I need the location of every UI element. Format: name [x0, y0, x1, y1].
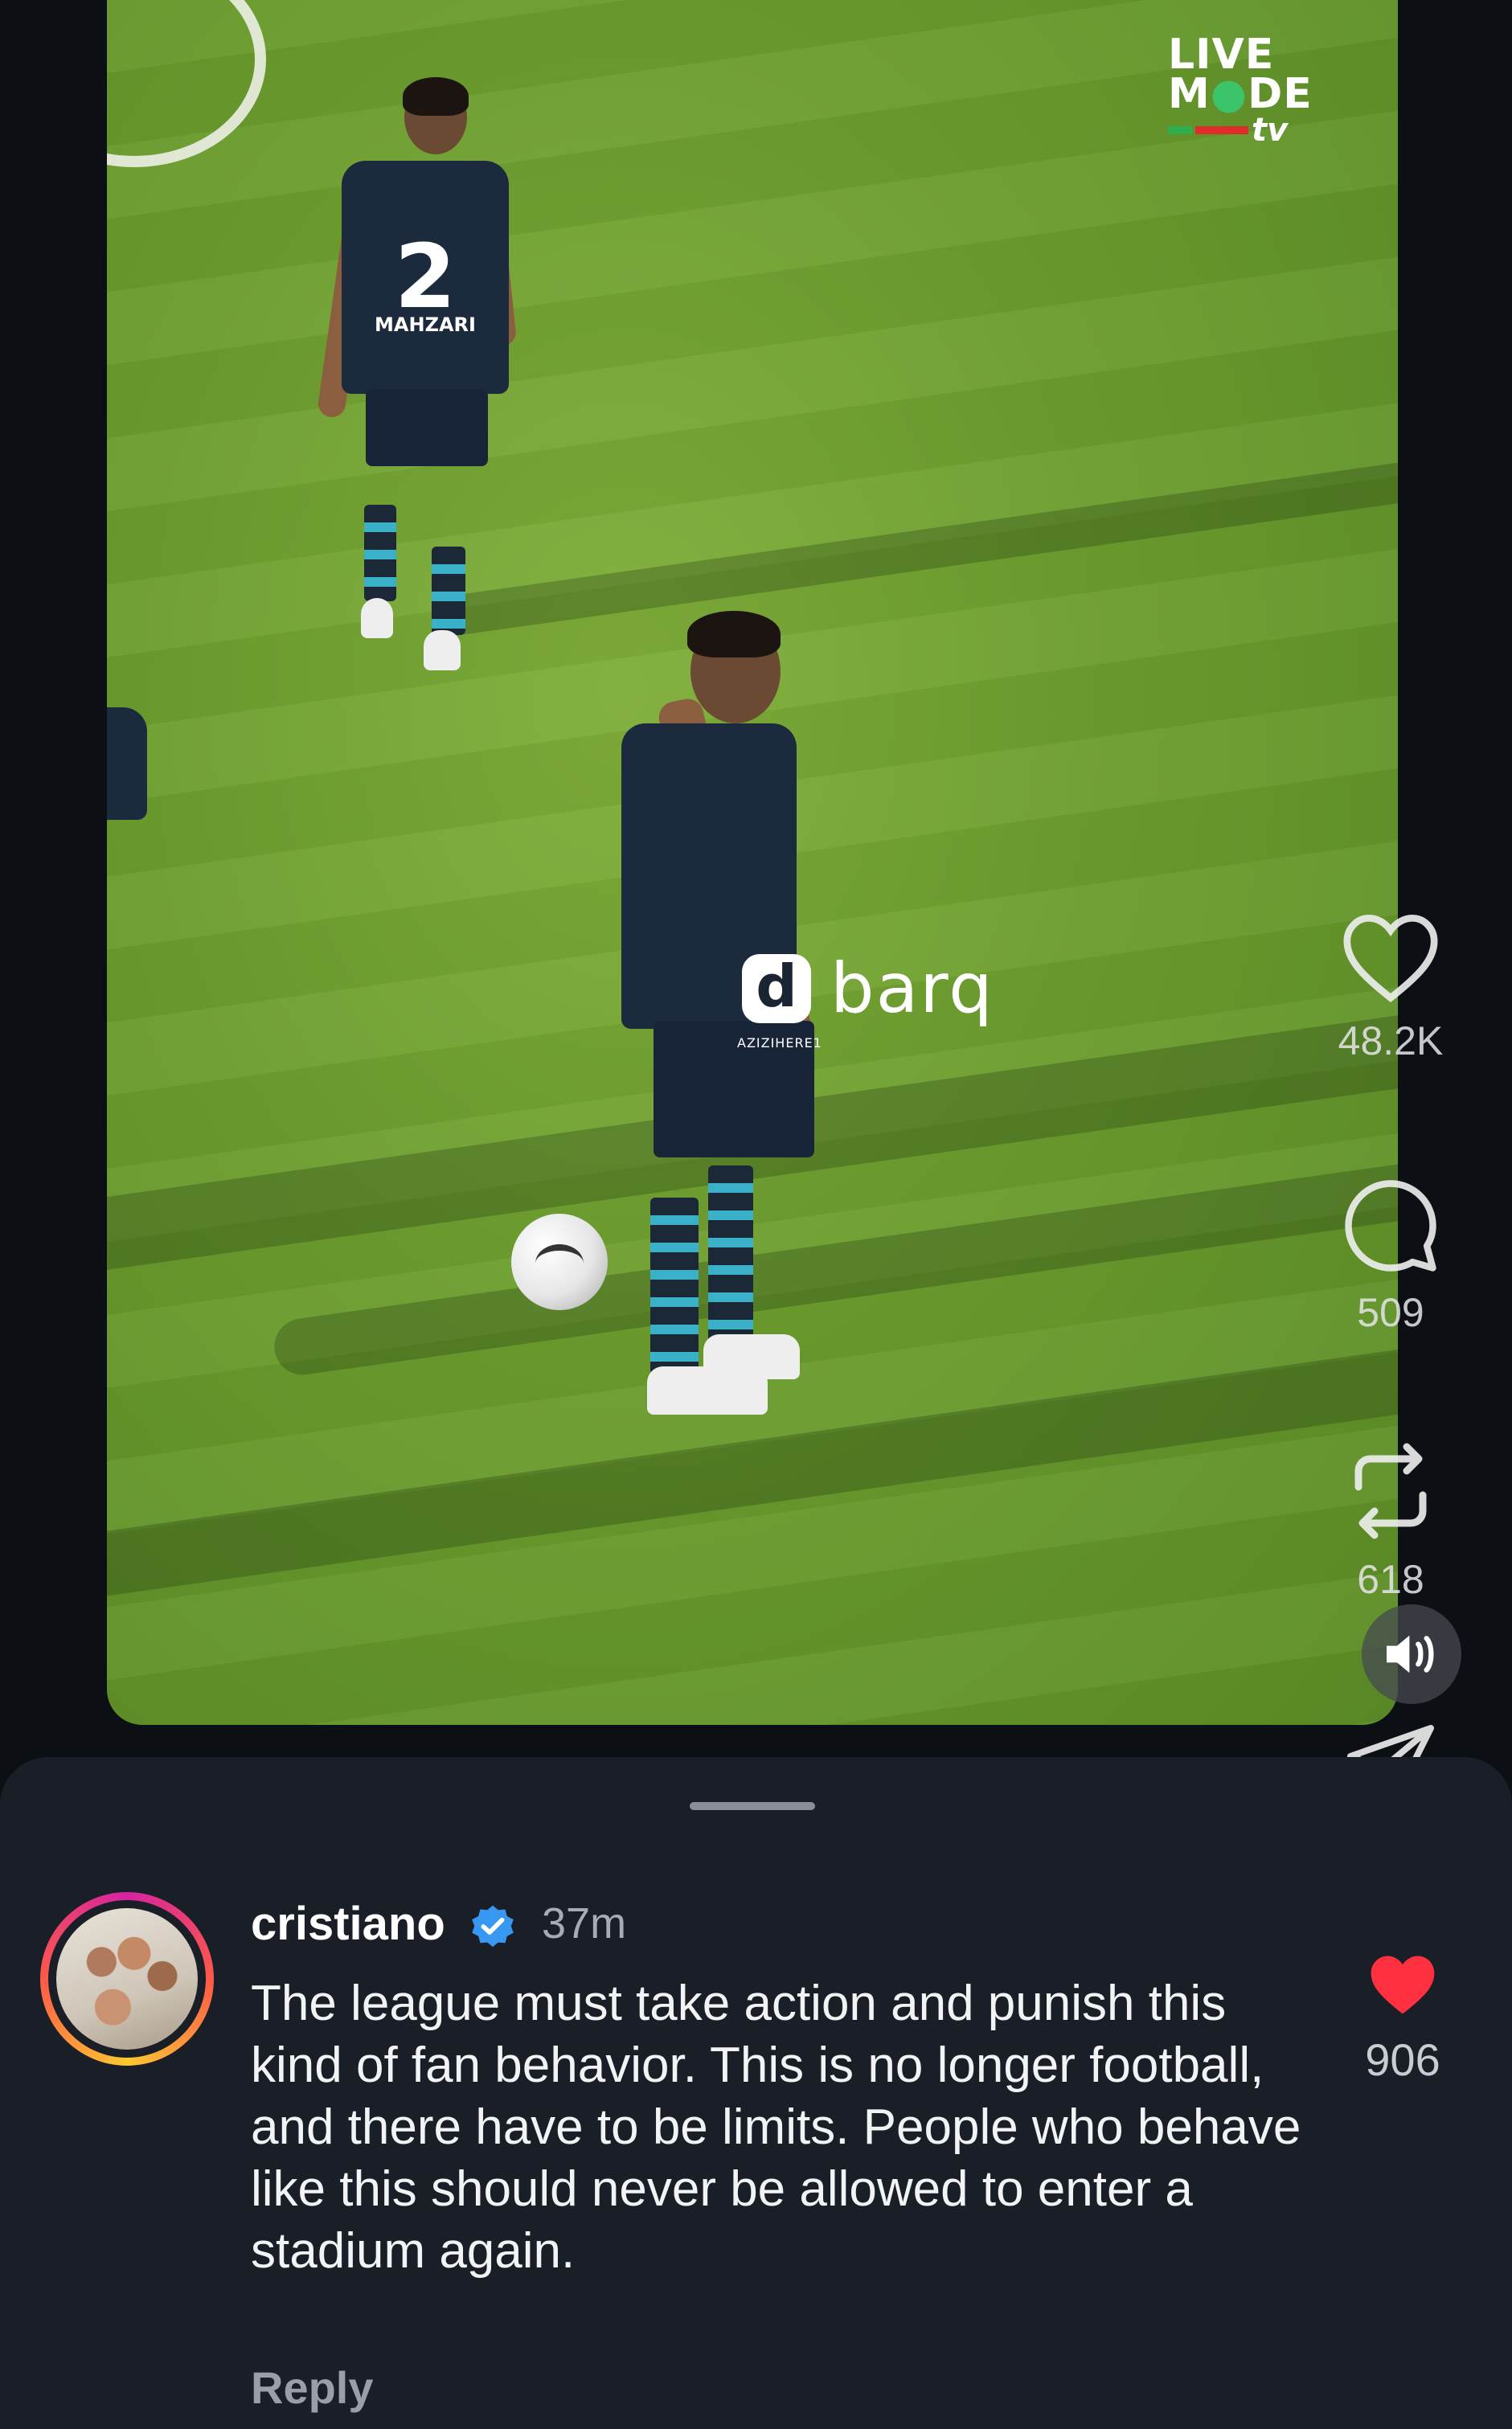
- app-screen: LIVE M●DE tv 2 MAHZARI d barq AZIZIHERE1…: [0, 0, 1512, 2429]
- football: [511, 1214, 608, 1310]
- like-action[interactable]: 48.2K: [1326, 908, 1455, 1064]
- share-action[interactable]: [1326, 1720, 1455, 1757]
- comment-count: 509: [1357, 1290, 1424, 1335]
- comment-text: The league must take action and punish t…: [251, 1976, 1301, 2279]
- reel-video[interactable]: LIVE M●DE tv 2 MAHZARI d barq AZIZIHERE1: [107, 0, 1398, 1725]
- like-count: 48.2K: [1338, 1018, 1444, 1063]
- comment-action[interactable]: 509: [1326, 1175, 1455, 1336]
- repost-action[interactable]: 618: [1326, 1439, 1455, 1603]
- partial-player: [107, 707, 147, 820]
- comment-timestamp: 37m: [542, 1899, 627, 1948]
- repost-count: 618: [1357, 1557, 1424, 1602]
- comment-username[interactable]: cristiano: [251, 1897, 445, 1951]
- jersey-name: MAHZARI: [375, 313, 476, 336]
- barq-watermark: d barq AZIZIHERE1: [737, 948, 994, 1051]
- repost-icon: [1354, 1443, 1427, 1539]
- jersey-number: 2: [394, 225, 457, 328]
- pitch-center-circle: [107, 0, 266, 167]
- live-mode-tv-logo: LIVE M●DE tv: [1168, 31, 1313, 149]
- comment-like-heart-icon[interactable]: [1367, 1950, 1439, 2017]
- share-icon: [1347, 1725, 1434, 1757]
- comments-sheet: cristiano 37m The league must take actio…: [0, 1757, 1512, 2429]
- comment-like-count: 906: [1365, 2034, 1440, 2085]
- sound-toggle-button[interactable]: [1362, 1604, 1461, 1704]
- sheet-drag-handle[interactable]: [690, 1802, 815, 1810]
- avatar-photo: [56, 1908, 198, 2050]
- verified-badge-icon: [472, 1905, 514, 1948]
- comment-bubble-icon: [1345, 1180, 1436, 1272]
- avatar[interactable]: [40, 1892, 214, 2066]
- sound-on-icon: [1387, 1635, 1434, 1673]
- reply-button[interactable]: Reply: [251, 2361, 374, 2414]
- heart-outline-icon: [1343, 914, 1438, 1002]
- shadow-streak: [431, 430, 1398, 639]
